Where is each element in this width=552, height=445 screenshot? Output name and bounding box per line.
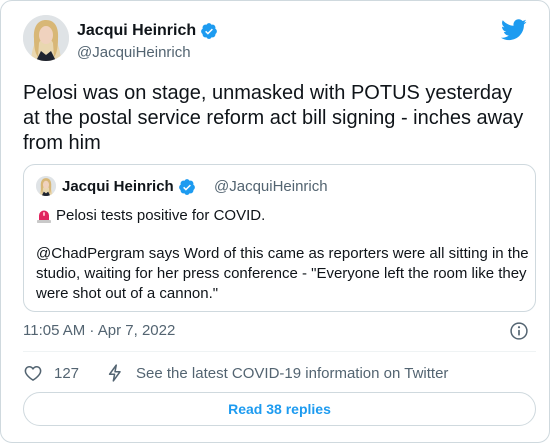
info-icon[interactable]	[509, 321, 529, 341]
lightning-icon	[108, 364, 121, 382]
covid-info-text: See the latest COVID-19 information on T…	[136, 364, 449, 382]
quoted-author-handle: @JacquiHeinrich	[214, 178, 328, 195]
quoted-author-avatar	[36, 176, 56, 196]
author-avatar[interactable]	[23, 15, 69, 61]
quoted-first-line-text: Pelosi tests positive for COVID.	[56, 207, 266, 224]
author-name[interactable]: Jacqui Heinrich	[77, 22, 218, 40]
like-count: 127	[54, 364, 80, 382]
author-name-text: Jacqui Heinrich	[77, 22, 197, 39]
avatar-image	[23, 15, 69, 61]
quoted-author-name-text: Jacqui Heinrich	[62, 178, 174, 195]
like-button[interactable]: 127	[23, 363, 79, 383]
verified-badge-icon	[178, 179, 195, 195]
quoted-first-line: Pelosi tests positive for COVID.	[36, 206, 265, 226]
quoted-author-name: Jacqui Heinrich	[62, 178, 196, 196]
quoted-tweet[interactable]: Jacqui Heinrich @JacquiHeinrich Pelosi t…	[23, 164, 536, 312]
verified-badge-icon	[201, 23, 218, 39]
read-replies-button[interactable]: Read 38 replies	[23, 392, 536, 426]
covid-info-link[interactable]: See the latest COVID-19 information on T…	[105, 363, 448, 383]
tweet-timestamp[interactable]: 11:05 AM · Apr 7, 2022	[23, 322, 175, 340]
heart-icon	[24, 366, 42, 381]
author-handle[interactable]: @JacquiHeinrich	[77, 44, 191, 62]
action-row: 127 See the latest COVID-19 information …	[23, 363, 448, 383]
quoted-avatar-image	[36, 176, 56, 196]
twitter-bird-icon[interactable]	[501, 19, 527, 41]
siren-icon	[37, 210, 51, 223]
tweet-text: Pelosi was on stage, unmasked with POTUS…	[23, 82, 524, 154]
tweet-card: Jacqui Heinrich @JacquiHeinrich Pelosi w…	[0, 0, 550, 443]
divider	[23, 351, 536, 352]
quoted-body-text: @ChadPergram says Word of this came as r…	[36, 245, 529, 302]
